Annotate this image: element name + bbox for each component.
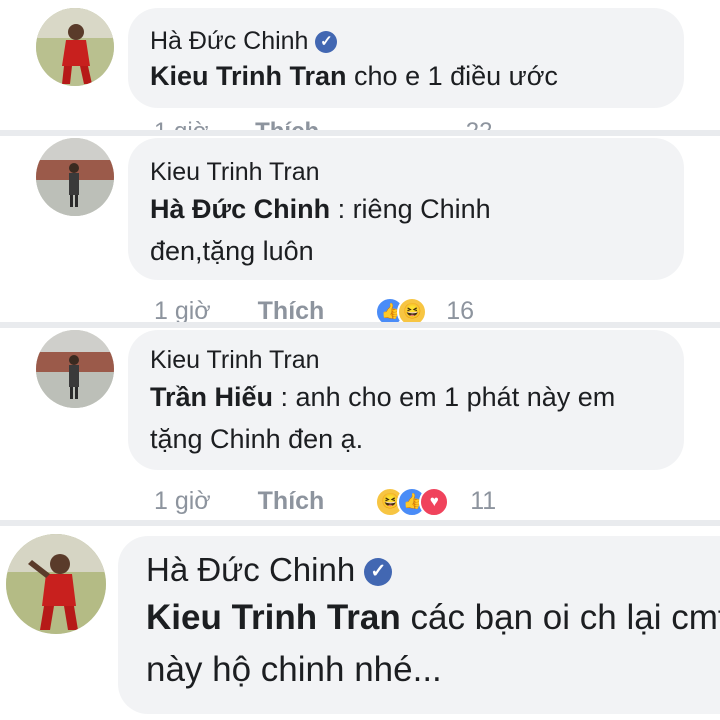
comment-time[interactable]: 1 giờ [154, 297, 211, 322]
comment-author[interactable]: Hà Đức Chinh [146, 551, 355, 588]
comment-meta: 1 giờ Thích 22 [154, 118, 492, 130]
mention-link[interactable]: Kieu Trinh Tran [146, 598, 401, 637]
reaction-count[interactable]: 16 [446, 297, 474, 322]
person-photo [36, 330, 114, 408]
heart-icon: ♥ [419, 487, 450, 518]
comment-meta: 1 giờ Thích 😆 👍 ♥ 11 [154, 486, 496, 518]
comment-time[interactable]: 1 giờ [154, 118, 208, 130]
verified-icon: ✓ [315, 31, 338, 54]
comment-meta: 1 giờ Thích 👍 😆 16 [154, 296, 474, 322]
avatar[interactable] [36, 330, 114, 408]
mention-link[interactable]: Hà Đức Chinh [150, 194, 330, 224]
comment-author[interactable]: Hà Đức Chinh [150, 27, 308, 55]
comment-bubble: Kieu Trinh Tran Trần Hiếu : anh cho em 1… [128, 330, 684, 470]
reaction-summary[interactable]: 😆 👍 ♥ [375, 487, 456, 518]
reaction-count[interactable]: 22 [466, 118, 493, 130]
like-link[interactable]: Thích [255, 118, 319, 130]
person-photo [36, 138, 114, 216]
mention-link[interactable]: Kieu Trinh Tran [150, 61, 347, 91]
avatar[interactable] [36, 138, 114, 216]
verified-icon: ✓ [364, 558, 393, 587]
comment-bubble: Hà Đức Chinh ✓ Kieu Trinh Tran cho e 1 đ… [128, 8, 684, 108]
avatar[interactable] [36, 8, 114, 86]
comment-bubble: Hà Đức Chinh ✓ Kieu Trinh Tran các bạn o… [118, 536, 720, 714]
comment-bubble: Kieu Trinh Tran Hà Đức Chinh : riêng Chi… [128, 138, 684, 280]
comment-author[interactable]: Kieu Trinh Tran [150, 158, 320, 186]
comment-panel-3: Kieu Trinh Tran Trần Hiếu : anh cho em 1… [0, 328, 720, 520]
comment-panel-1: Hà Đức Chinh ✓ Kieu Trinh Tran cho e 1 đ… [0, 0, 720, 130]
laughing-face-icon: 😆 [397, 297, 428, 322]
avatar[interactable] [6, 534, 106, 634]
reaction-summary[interactable]: 👍 😆 [375, 297, 434, 322]
comment-panel-2: Kieu Trinh Tran Hà Đức Chinh : riêng Chi… [0, 136, 720, 322]
like-link[interactable]: Thích [258, 487, 325, 515]
like-link[interactable]: Thích [258, 297, 325, 322]
comment-panel-4: Hà Đức Chinh ✓ Kieu Trinh Tran các bạn o… [0, 526, 720, 720]
player-photo [36, 8, 114, 86]
comment-author[interactable]: Kieu Trinh Tran [150, 346, 320, 374]
mention-link[interactable]: Trần Hiếu [150, 382, 273, 412]
reaction-count[interactable]: 11 [470, 487, 496, 515]
comment-time[interactable]: 1 giờ [154, 487, 211, 515]
player-photo [6, 534, 106, 634]
comment-text: cho e 1 điều ước [346, 61, 558, 91]
